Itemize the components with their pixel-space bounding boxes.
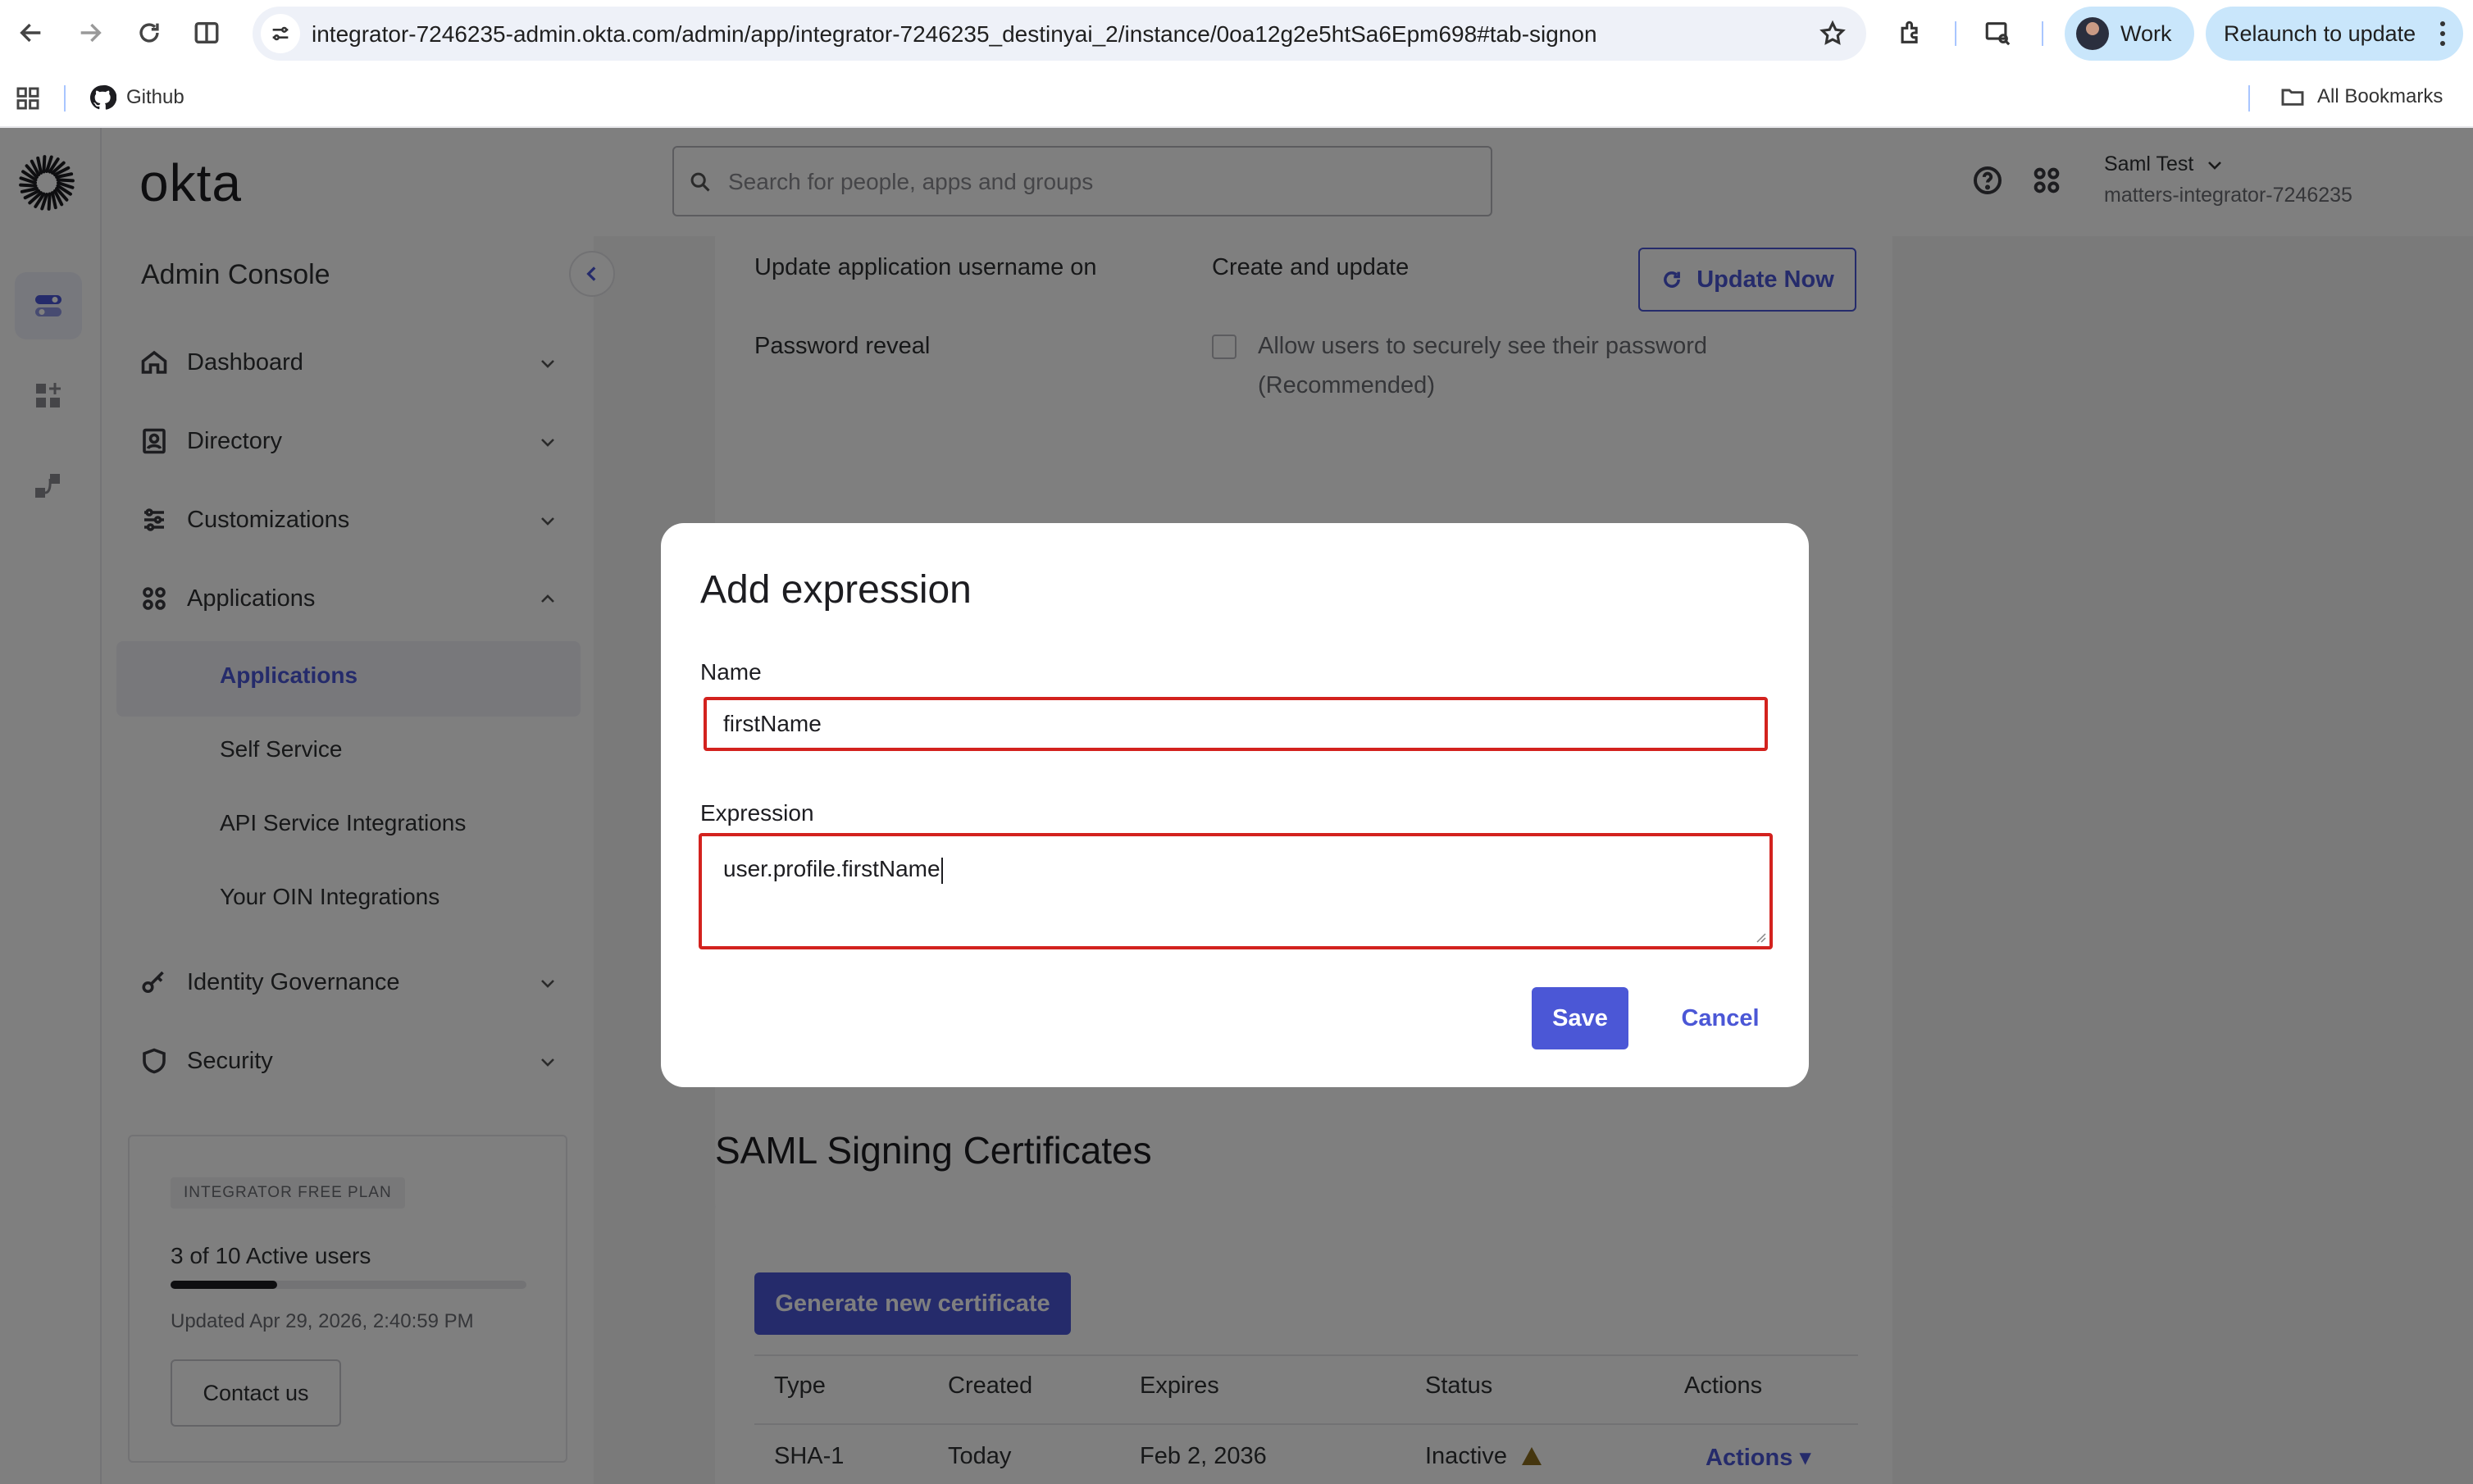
bookmark-divider (2248, 85, 2250, 112)
extensions-icon[interactable] (1892, 15, 1929, 51)
address-bar[interactable]: integrator-7246235-admin.okta.com/admin/… (253, 7, 1866, 61)
split-view-icon[interactable] (189, 15, 225, 51)
bookmark-github-label: Github (126, 86, 184, 108)
search-tabs-icon[interactable] (1979, 15, 2015, 51)
bookmark-star-icon[interactable] (1819, 20, 1847, 48)
all-bookmarks-label: All Bookmarks (2317, 85, 2443, 107)
expression-value: user.profile.firstName (723, 856, 940, 881)
dialog-title: Add expression (700, 568, 972, 612)
site-settings-icon[interactable] (261, 14, 300, 53)
save-button[interactable]: Save (1532, 987, 1628, 1049)
relaunch-label: Relaunch to update (2224, 20, 2416, 46)
apps-grid-icon[interactable] (15, 85, 41, 112)
resize-grip-icon[interactable] (1753, 930, 1766, 943)
bookmark-github[interactable]: Github (89, 84, 184, 112)
back-icon[interactable] (13, 15, 49, 51)
expression-textarea[interactable]: user.profile.firstName (699, 833, 1773, 949)
expression-label: Expression (700, 800, 814, 826)
profile-label: Work (2120, 20, 2172, 46)
browser-chrome: integrator-7246235-admin.okta.com/admin/… (0, 0, 2473, 128)
forward-icon[interactable] (72, 15, 108, 51)
profile-button[interactable]: Work (2065, 7, 2194, 61)
bookmark-divider (64, 85, 66, 112)
more-menu-icon[interactable] (2440, 21, 2445, 46)
text-caret (940, 857, 943, 884)
name-input-value: firstName (723, 711, 822, 736)
add-expression-dialog: Add expression Name firstName Expression… (661, 523, 1809, 1087)
all-bookmarks[interactable]: All Bookmarks (2279, 84, 2443, 110)
cancel-button[interactable]: Cancel (1671, 987, 1769, 1049)
url-text[interactable]: integrator-7246235-admin.okta.com/admin/… (312, 21, 1597, 48)
github-icon (89, 84, 116, 110)
toolbar-divider (2042, 21, 2043, 46)
name-label: Name (700, 659, 762, 685)
avatar (2076, 17, 2109, 50)
reload-icon[interactable] (131, 15, 167, 51)
folder-icon (2281, 89, 2304, 106)
relaunch-button[interactable]: Relaunch to update (2206, 7, 2463, 61)
toolbar-divider (1955, 21, 1956, 46)
name-input[interactable]: firstName (704, 697, 1768, 751)
